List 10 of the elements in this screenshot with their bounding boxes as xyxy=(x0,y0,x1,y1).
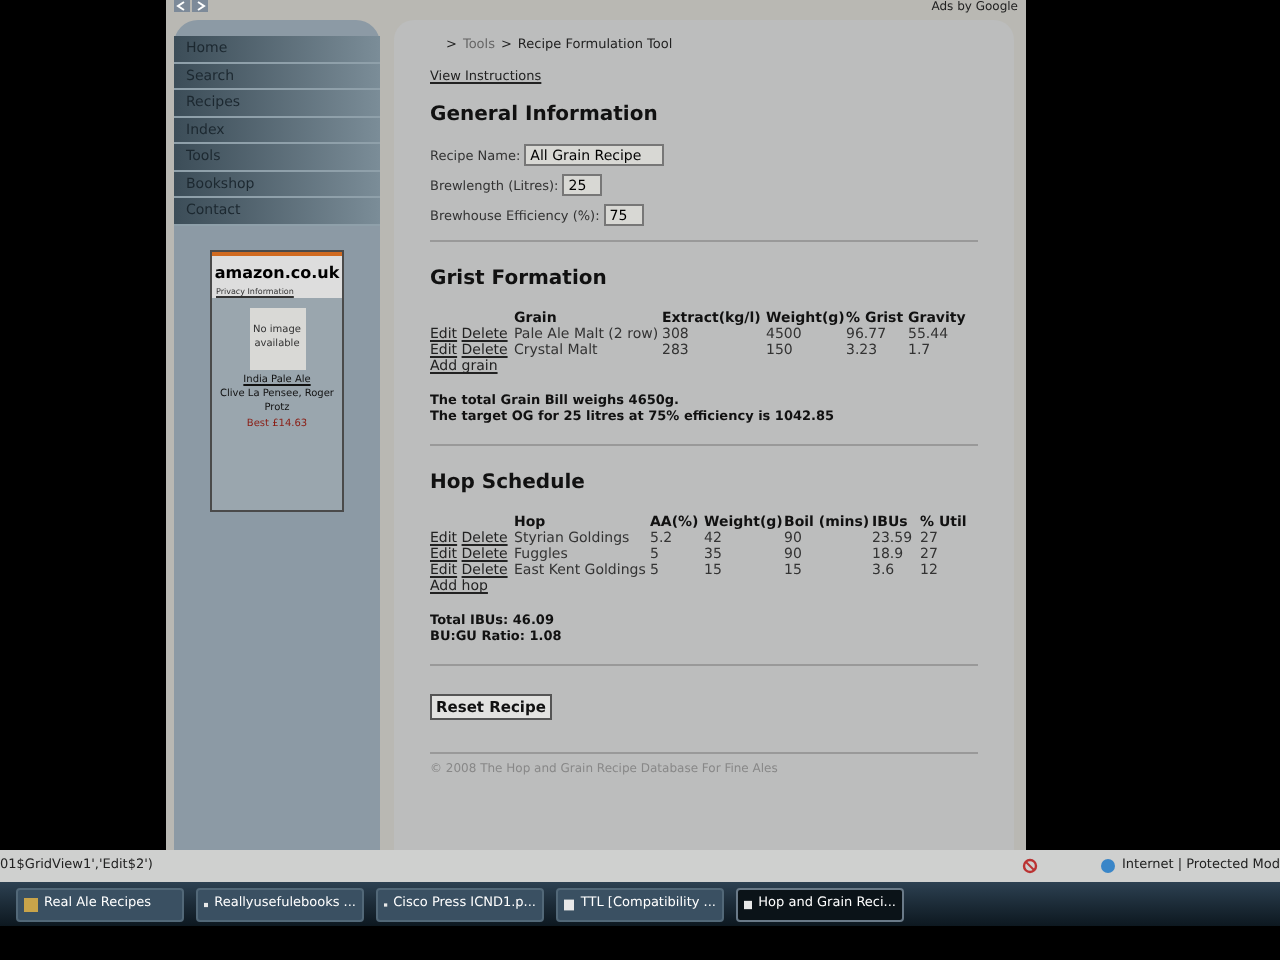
section-heading: Hop Schedule xyxy=(430,472,587,496)
window-icon xyxy=(24,897,38,911)
window-icon xyxy=(564,897,575,911)
section-heading: General Information xyxy=(430,104,660,128)
forward-arrow-icon[interactable] xyxy=(192,0,208,12)
section-heading: Grist Formation xyxy=(430,268,609,292)
window-icon xyxy=(744,897,753,911)
back-arrow-icon[interactable] xyxy=(174,0,190,12)
blocked-icon xyxy=(1021,858,1038,874)
brand-logo: amazon.co.uk xyxy=(214,261,340,285)
